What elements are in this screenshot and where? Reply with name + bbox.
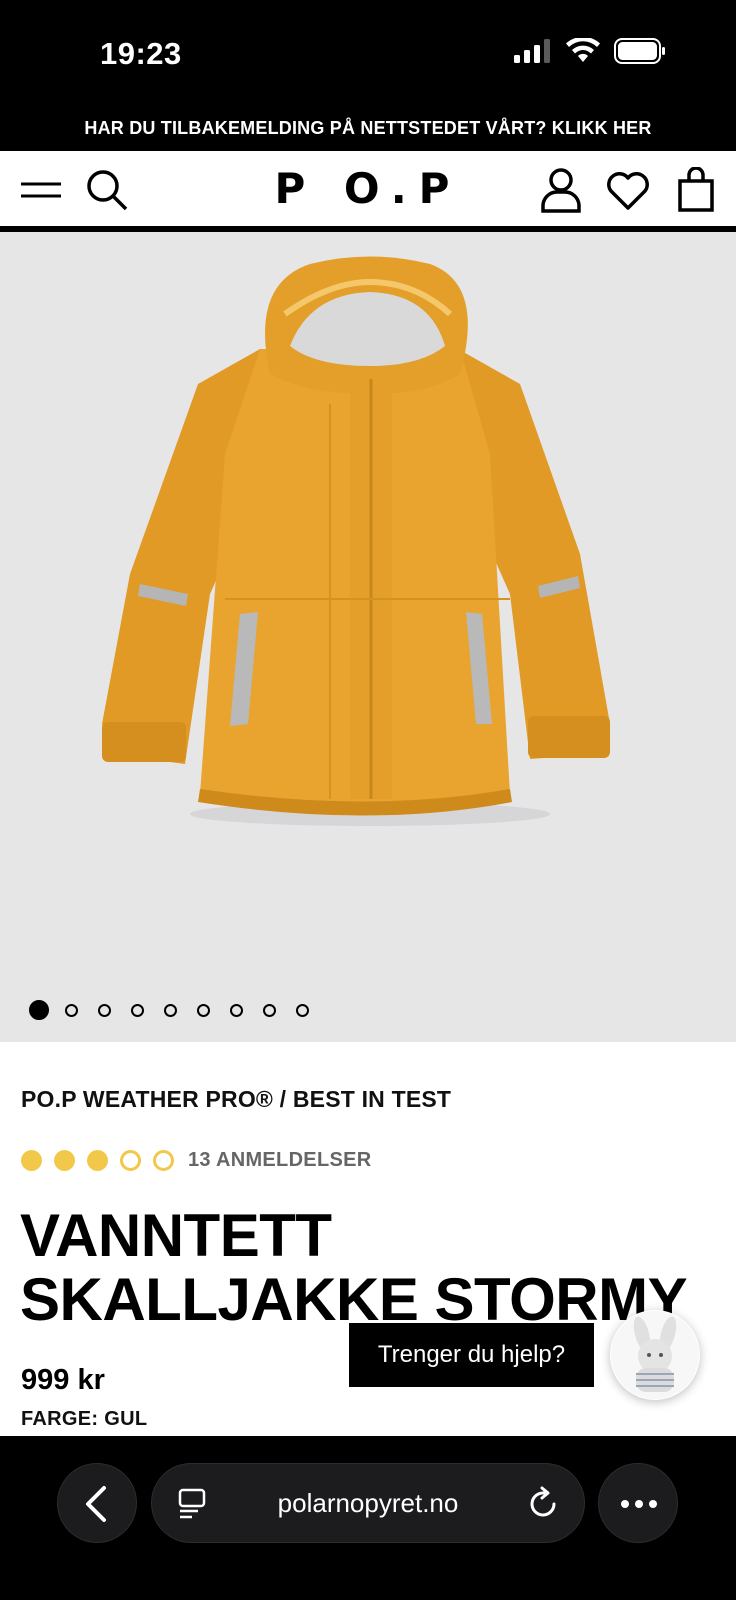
carousel-dot[interactable] bbox=[286, 995, 319, 1025]
wishlist-heart-icon[interactable] bbox=[606, 171, 650, 211]
reload-icon[interactable] bbox=[528, 1486, 560, 1520]
rating-row[interactable]: 13 ANMELDELSER bbox=[21, 1149, 372, 1172]
status-time: 19:23 bbox=[100, 36, 182, 71]
rating-dot-empty-icon bbox=[120, 1150, 141, 1171]
site-header: P O.P bbox=[0, 151, 736, 229]
bunny-icon bbox=[611, 1311, 699, 1399]
status-icons bbox=[514, 38, 666, 64]
product-image-carousel[interactable] bbox=[0, 232, 736, 1042]
status-bar: 19:23 bbox=[0, 0, 736, 108]
wifi-icon bbox=[566, 38, 600, 62]
carousel-dot[interactable] bbox=[253, 995, 286, 1025]
product-photo-jacket bbox=[102, 256, 610, 826]
back-button[interactable] bbox=[57, 1463, 137, 1543]
product-title: VANNTETT SKALLJAKKE STORMY bbox=[20, 1202, 688, 1333]
carousel-dot[interactable] bbox=[55, 995, 88, 1025]
carousel-dot[interactable] bbox=[220, 995, 253, 1025]
product-price: 999 kr bbox=[21, 1364, 105, 1396]
help-chat-button[interactable]: Trenger du hjelp? bbox=[349, 1323, 594, 1387]
shopping-bag-icon[interactable] bbox=[676, 167, 716, 213]
product-color: FARGE: GUL bbox=[21, 1408, 148, 1430]
carousel-dot[interactable] bbox=[154, 995, 187, 1025]
more-dots-icon bbox=[621, 1500, 657, 1508]
product-collection[interactable]: PO.P WEATHER PRO® / BEST IN TEST bbox=[21, 1086, 451, 1113]
rating-dot-filled-icon bbox=[54, 1150, 75, 1171]
feedback-banner[interactable]: HAR DU TILBAKEMELDING PÅ NETTSTEDET VÅRT… bbox=[0, 108, 736, 151]
rating-dot-filled-icon bbox=[87, 1150, 108, 1171]
signal-icon bbox=[514, 39, 550, 63]
chevron-left-icon bbox=[86, 1486, 106, 1522]
carousel-dot[interactable] bbox=[187, 995, 220, 1025]
url-text: polarnopyret.no bbox=[277, 1488, 459, 1518]
carousel-dot[interactable] bbox=[88, 995, 121, 1025]
review-count[interactable]: 13 ANMELDELSER bbox=[188, 1149, 372, 1172]
carousel-dot[interactable] bbox=[121, 995, 154, 1025]
carousel-dot[interactable] bbox=[22, 995, 55, 1025]
carousel-pagination bbox=[22, 995, 319, 1025]
rating-dot-empty-icon bbox=[153, 1150, 174, 1171]
more-button[interactable] bbox=[598, 1463, 678, 1543]
chat-bunny-avatar[interactable] bbox=[610, 1310, 700, 1400]
battery-icon bbox=[614, 38, 665, 64]
address-bar[interactable]: polarnopyret.no bbox=[151, 1463, 585, 1543]
rating-dot-filled-icon bbox=[21, 1150, 42, 1171]
account-icon[interactable] bbox=[540, 167, 582, 213]
browser-toolbar: polarnopyret.no bbox=[0, 1436, 736, 1600]
